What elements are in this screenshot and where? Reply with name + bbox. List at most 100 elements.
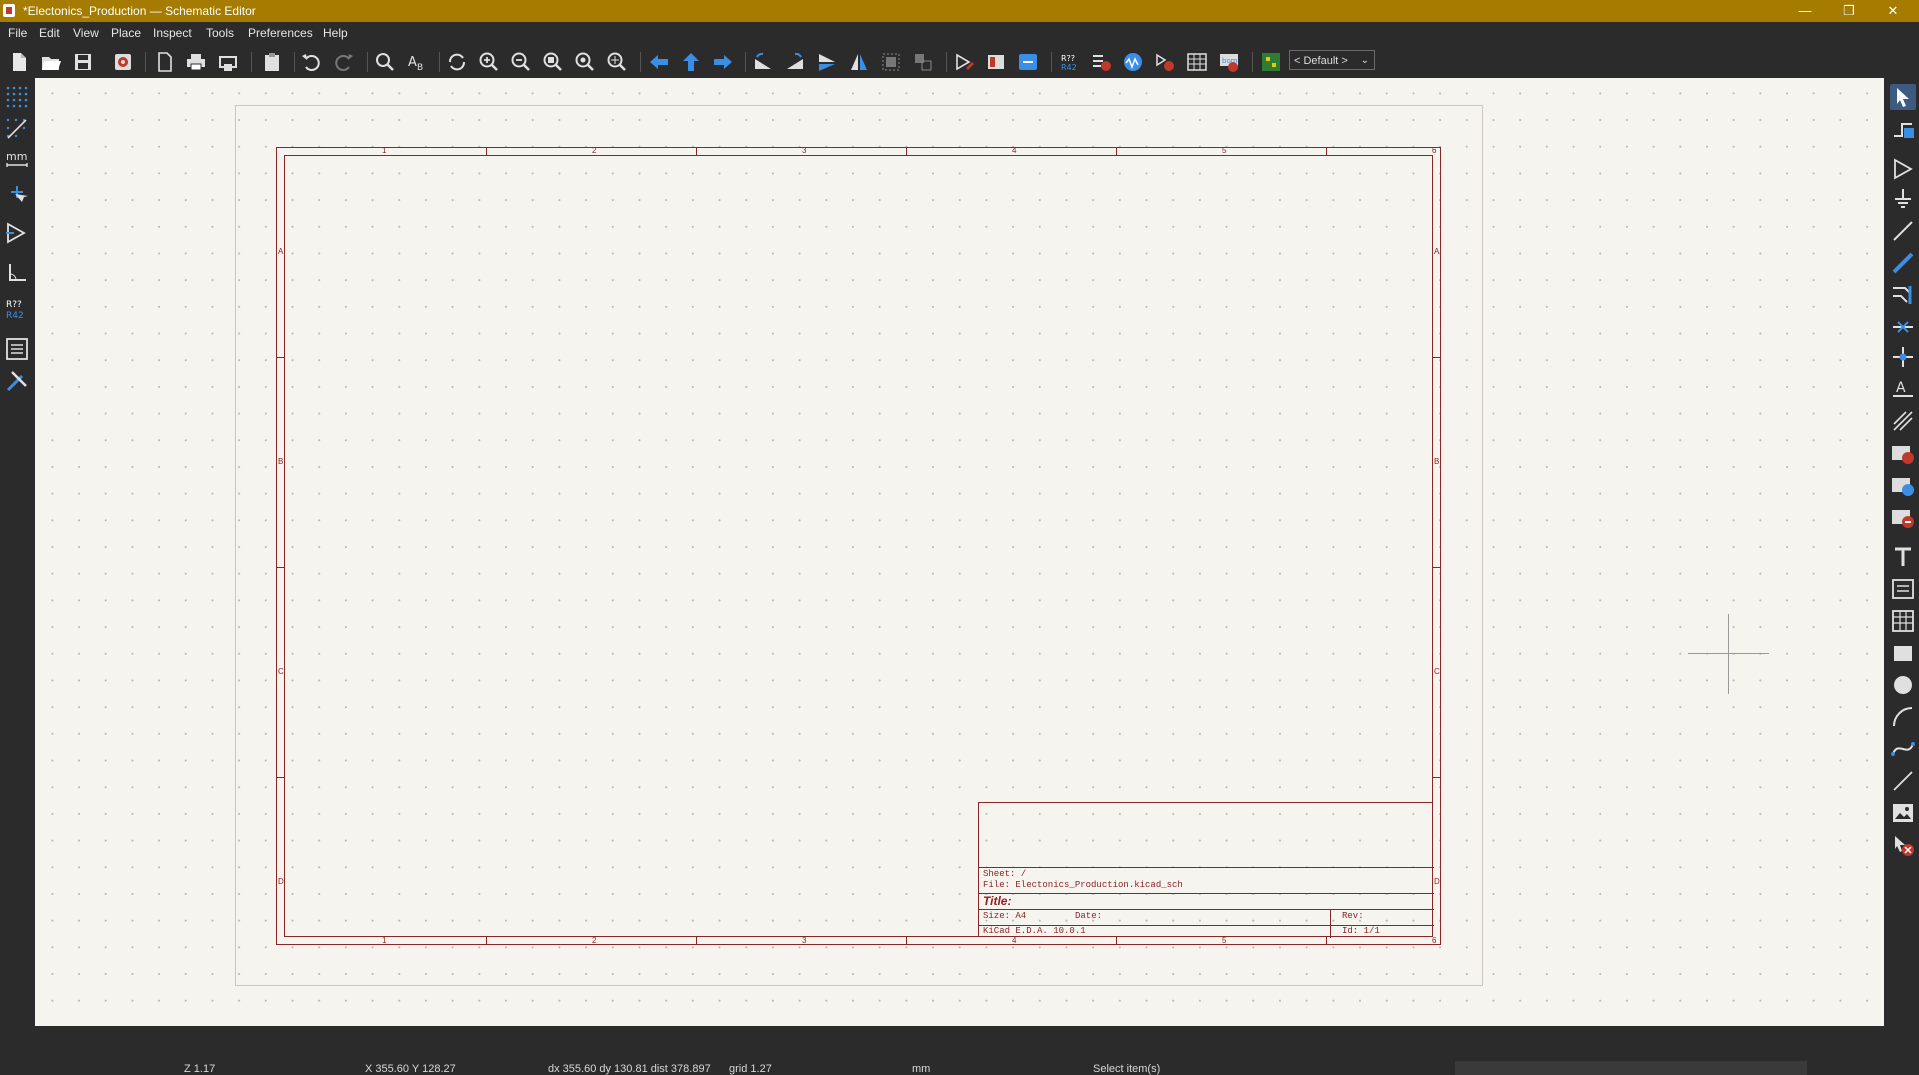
menu-place[interactable]: Place (111, 26, 141, 40)
zoom-objects-icon[interactable] (574, 51, 596, 73)
annotate-r42-icon[interactable]: R?? R42 (4, 296, 30, 322)
title-block-title: Title: (983, 894, 1012, 908)
title-block-id: Id: 1/1 (1342, 926, 1380, 936)
zoom-in-icon[interactable] (478, 51, 500, 73)
row-label: D (278, 877, 284, 886)
hier-label-icon[interactable] (1890, 472, 1916, 498)
grid-dots-icon[interactable] (4, 84, 30, 110)
open-icon[interactable] (40, 51, 62, 73)
text-icon[interactable] (1890, 544, 1916, 570)
add-bus-icon[interactable] (1890, 250, 1916, 276)
title-bar: *Electonics_Production — Schematic Edito… (0, 0, 1919, 22)
print-icon[interactable] (185, 51, 207, 73)
menu-edit[interactable]: Edit (39, 26, 60, 40)
zoom-selection-icon[interactable] (606, 51, 628, 73)
footprint-assign-icon[interactable] (1017, 51, 1039, 73)
status-grid: grid 1.27 (729, 1063, 772, 1075)
zoom-out-icon[interactable] (510, 51, 532, 73)
find-icon[interactable] (374, 51, 396, 73)
navigate-forward-icon[interactable] (712, 51, 734, 73)
svg-text:R42: R42 (6, 311, 24, 321)
redo-icon[interactable] (333, 51, 355, 73)
annotate-icon[interactable]: R?? R42 (1058, 51, 1080, 73)
rotate-ccw-icon[interactable] (752, 51, 774, 73)
variant-dropdown-value: < Default > (1294, 55, 1348, 67)
directive-label-icon[interactable] (1890, 408, 1916, 434)
units-mm-icon[interactable]: mm (4, 148, 30, 174)
symbol-browser-icon[interactable] (985, 51, 1007, 73)
navigate-up-icon[interactable] (680, 51, 702, 73)
mirror-horizontal-icon[interactable] (848, 51, 870, 73)
arc-icon[interactable] (1890, 704, 1916, 730)
mirror-vertical-icon[interactable] (816, 51, 838, 73)
sheet-pin-icon[interactable] (1890, 504, 1916, 530)
plot-icon[interactable] (217, 51, 239, 73)
global-label-icon[interactable] (1890, 440, 1916, 466)
junction-icon[interactable] (1890, 344, 1916, 370)
menu-help[interactable]: Help (323, 26, 348, 40)
rotate-cw-icon[interactable] (784, 51, 806, 73)
net-label-icon[interactable]: A (1890, 376, 1916, 402)
line-icon[interactable] (1890, 768, 1916, 794)
add-wire-icon[interactable] (1890, 218, 1916, 244)
add-symbol-icon[interactable] (1890, 156, 1916, 182)
symbol-editor-icon[interactable] (953, 51, 975, 73)
erc-icon[interactable] (1090, 51, 1112, 73)
bom-icon[interactable]: bom (1218, 51, 1240, 73)
no-connect-icon[interactable] (1890, 314, 1916, 340)
save-icon[interactable] (72, 51, 94, 73)
column-label: 2 (592, 936, 597, 945)
menu-tools[interactable]: Tools (206, 26, 234, 40)
refresh-icon[interactable] (446, 51, 468, 73)
zoom-fit-icon[interactable] (542, 51, 564, 73)
navigate-back-icon[interactable] (648, 51, 670, 73)
column-label: 1 (382, 146, 387, 155)
ungroup-icon[interactable] (912, 51, 934, 73)
select-icon[interactable] (1890, 84, 1916, 110)
find-replace-icon[interactable]: AB (406, 51, 428, 73)
field-table-icon[interactable] (1186, 51, 1208, 73)
tools-icon[interactable] (4, 368, 30, 394)
pcb-editor-icon[interactable] (1260, 51, 1282, 73)
title-block-kicad-version: KiCad E.D.A. 10.0.1 (983, 926, 1086, 936)
schematic-setup-icon[interactable] (112, 51, 134, 73)
status-cursor-xy: X 355.60 Y 128.27 (365, 1063, 456, 1075)
undo-icon[interactable] (300, 51, 322, 73)
delete-icon[interactable] (1890, 832, 1916, 858)
line-angle-icon[interactable] (4, 260, 30, 286)
cursor-full-icon[interactable] (4, 182, 30, 208)
bus-entry-icon[interactable] (1890, 282, 1916, 308)
minimize-button[interactable]: — (1785, 0, 1825, 22)
add-power-icon[interactable] (1890, 186, 1916, 212)
close-button[interactable]: ✕ (1873, 0, 1913, 22)
column-label: 1 (382, 936, 387, 945)
hierarchy-icon[interactable] (4, 220, 30, 246)
right-toolbar: A (1884, 78, 1919, 1026)
menu-file[interactable]: File (8, 26, 27, 40)
row-label: C (278, 667, 284, 676)
menu-view[interactable]: View (73, 26, 99, 40)
menu-inspect[interactable]: Inspect (153, 26, 192, 40)
page-settings-icon[interactable] (153, 51, 175, 73)
textbox-icon[interactable] (1890, 576, 1916, 602)
assign-footprints-icon[interactable] (1154, 51, 1176, 73)
variant-dropdown[interactable]: < Default > ⌄ (1289, 50, 1375, 70)
table-icon[interactable] (1890, 608, 1916, 634)
row-label: C (1434, 667, 1440, 676)
group-icon[interactable] (880, 51, 902, 73)
properties-panel-icon[interactable] (4, 336, 30, 362)
main-toolbar: AB R?? R42 bom (0, 44, 1919, 78)
circle-icon[interactable] (1890, 672, 1916, 698)
simulator-icon[interactable] (1122, 51, 1144, 73)
rectangle-icon[interactable] (1890, 640, 1916, 666)
highlight-net-icon[interactable] (1890, 116, 1916, 142)
menu-preferences[interactable]: Preferences (248, 26, 313, 40)
status-progress-area (1455, 1061, 1807, 1075)
paste-icon[interactable] (261, 51, 283, 73)
column-label: 4 (1012, 146, 1017, 155)
new-schematic-icon[interactable] (8, 51, 30, 73)
image-icon[interactable] (1890, 800, 1916, 826)
maximize-button[interactable]: ❐ (1829, 0, 1869, 22)
grid-overrides-icon[interactable] (4, 116, 30, 142)
bezier-icon[interactable] (1890, 736, 1916, 762)
